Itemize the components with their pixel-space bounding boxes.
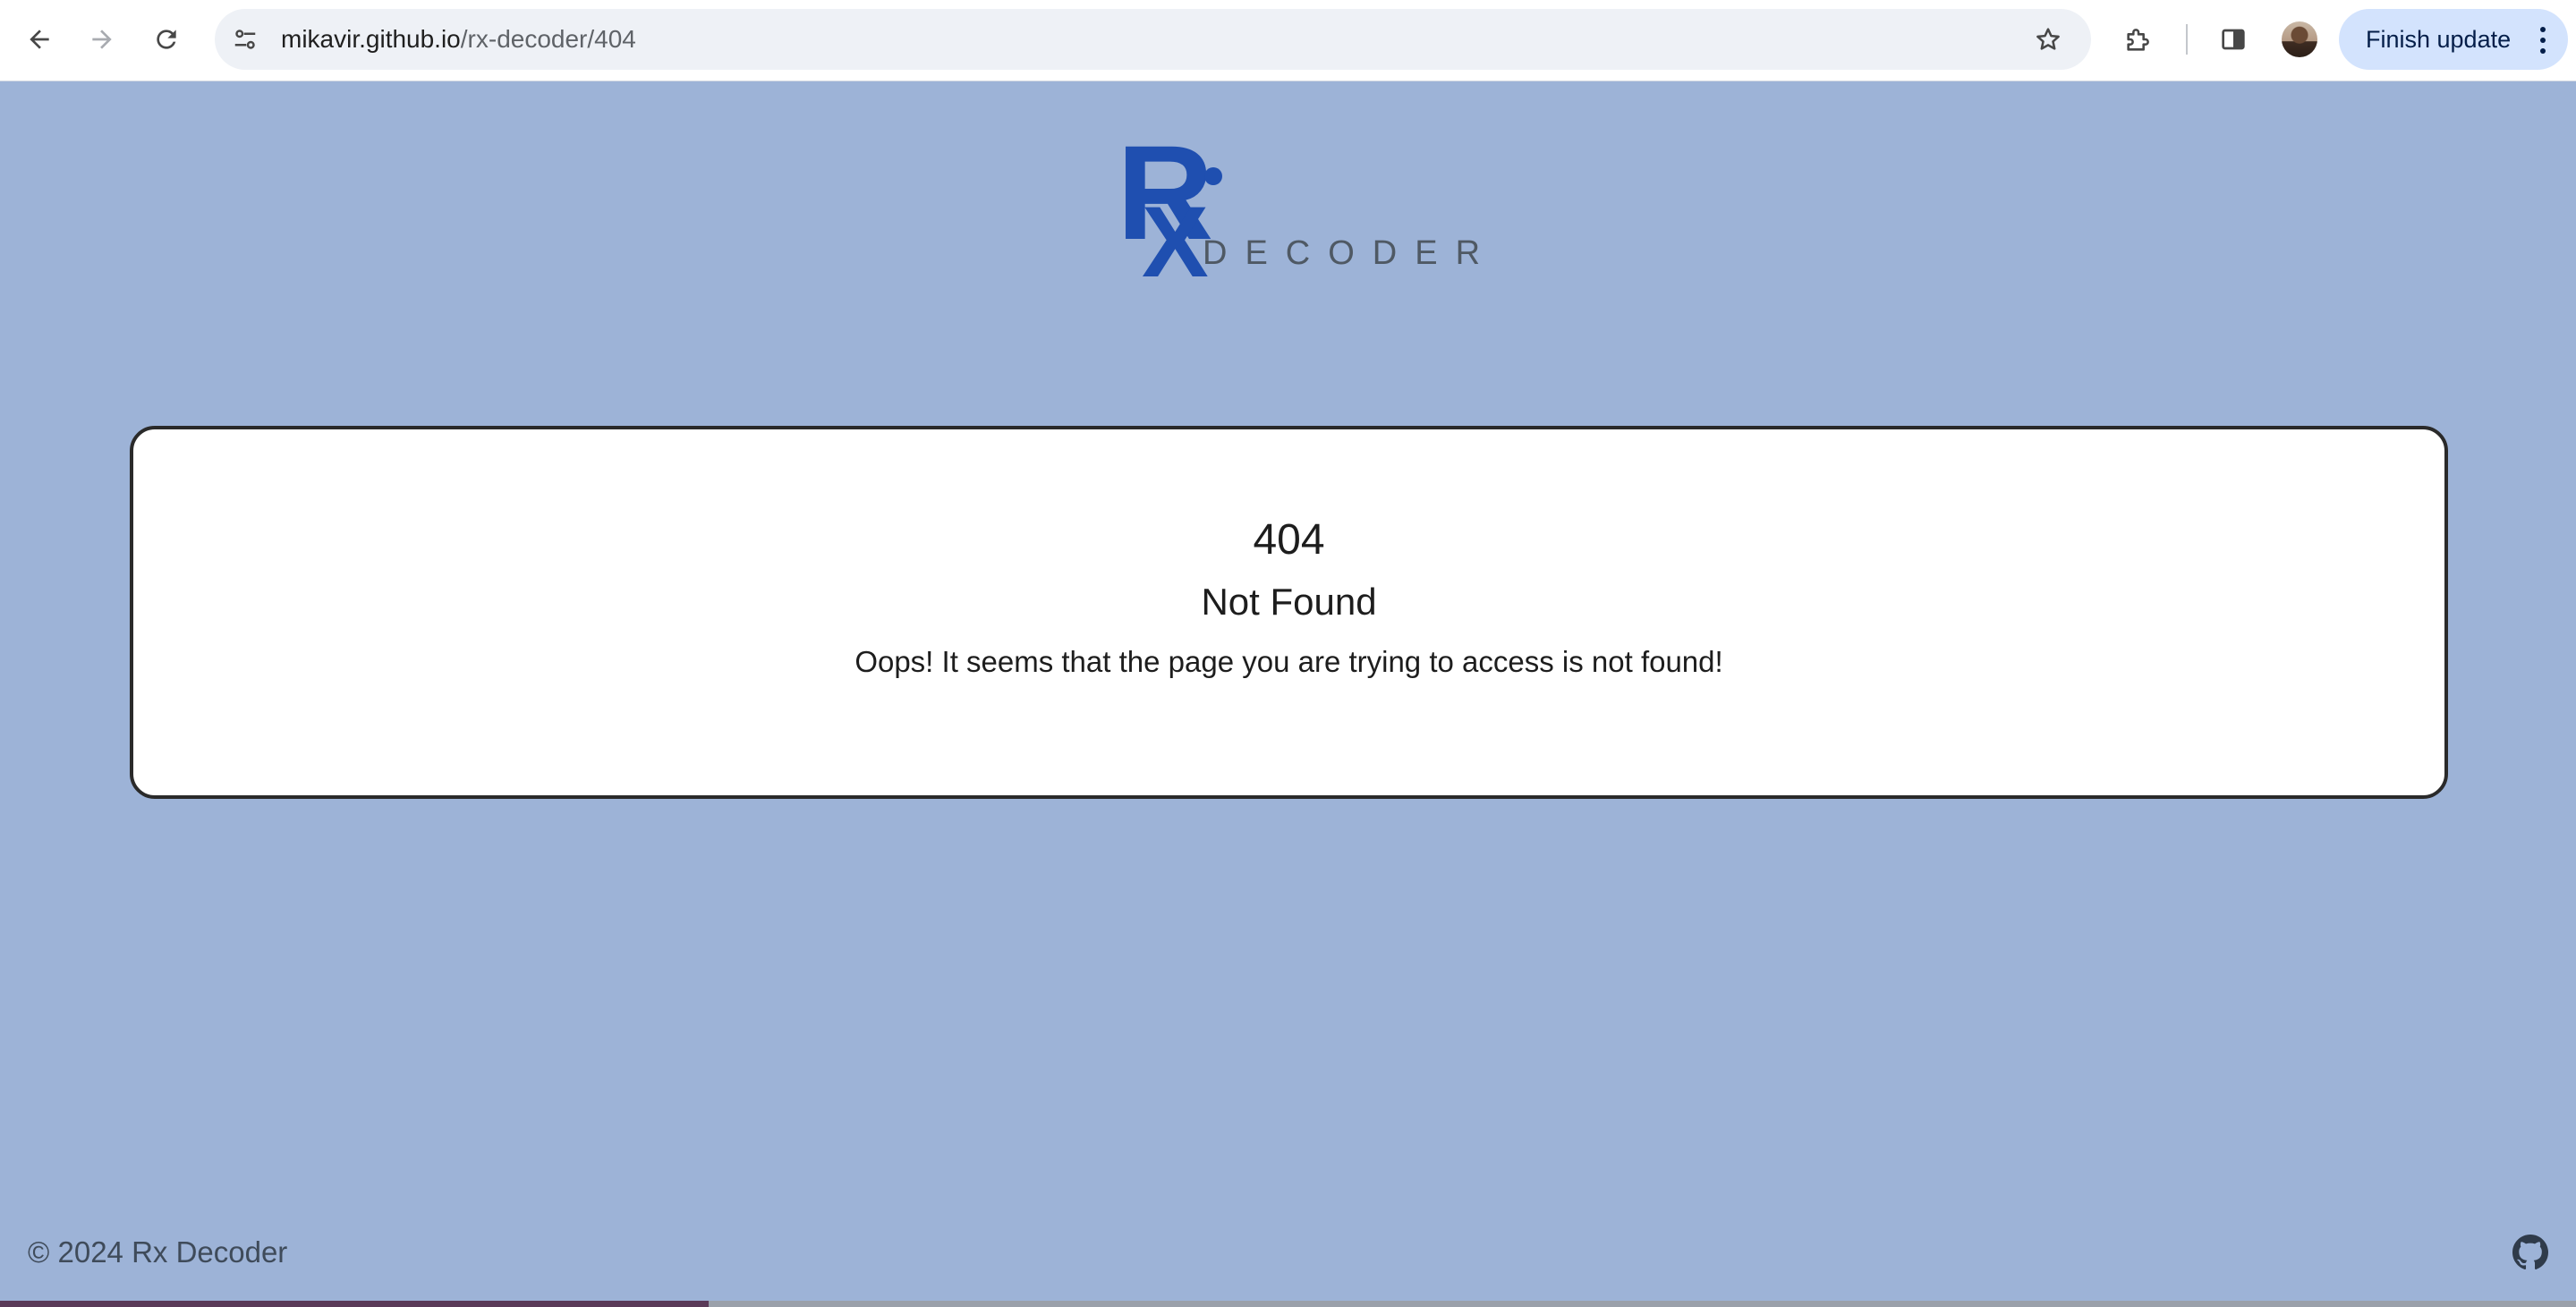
star-icon (2036, 28, 2060, 50)
github-icon[interactable] (2512, 1235, 2548, 1270)
error-message: Oops! It seems that the page you are try… (854, 645, 1723, 678)
arrow-left-icon (30, 30, 49, 49)
more-options-icon[interactable] (2539, 27, 2546, 54)
reload-icon (157, 30, 176, 49)
finish-update-button[interactable]: Finish update (2339, 9, 2568, 70)
side-panel-icon (2222, 29, 2245, 50)
side-panel-button[interactable] (2212, 18, 2255, 61)
url-text[interactable]: mikavir.github.io/rx-decoder/404 (281, 9, 636, 70)
browser-toolbar: mikavir.github.io/rx-decoder/404 Finish … (0, 0, 2576, 81)
bookmark-button[interactable] (2027, 18, 2070, 61)
back-button[interactable] (18, 18, 61, 61)
reload-button[interactable] (145, 18, 188, 61)
url-path: /rx-decoder/404 (460, 25, 636, 53)
tune-icon (234, 30, 256, 49)
logo-dot (1204, 167, 1222, 185)
extensions-button[interactable] (2117, 18, 2160, 61)
site-info-button[interactable] (224, 18, 267, 61)
logo-wordmark: DECODER (1203, 234, 1499, 272)
rx-decoder-logo[interactable]: R X DECODER (1117, 125, 1480, 304)
profile-avatar[interactable] (2282, 21, 2317, 57)
finish-update-label: Finish update (2366, 25, 2512, 53)
forward-button[interactable] (81, 18, 123, 61)
address-bar[interactable]: mikavir.github.io/rx-decoder/404 (215, 9, 2091, 70)
toolbar-divider (2186, 24, 2188, 55)
window-bottom-edge-right (709, 1301, 2576, 1307)
arrow-right-icon (92, 30, 112, 49)
error-card: 404 Not Found Oops! It seems that the pa… (130, 426, 2448, 799)
footer-copyright: © 2024 Rx Decoder (28, 1235, 288, 1269)
error-code: 404 (1253, 516, 1325, 564)
url-host: mikavir.github.io (281, 25, 461, 53)
error-title: Not Found (1201, 581, 1377, 623)
puzzle-icon (2127, 29, 2149, 51)
logo-letter-x: X (1142, 186, 1209, 298)
